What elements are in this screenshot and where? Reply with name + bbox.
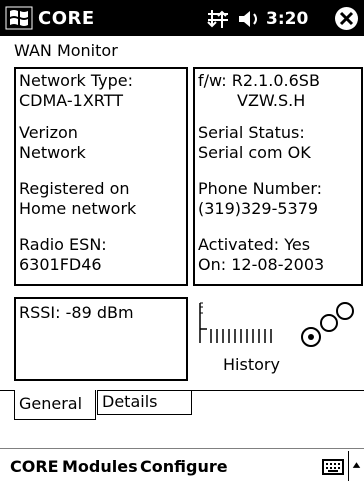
menu-modules[interactable]: Modules [62, 457, 138, 476]
firmware-line1: f/w: R2.1.0.6SB [198, 71, 320, 90]
app-title: CORE [38, 8, 95, 29]
screen-title: WAN Monitor [14, 41, 118, 60]
esn-value: 6301FD46 [19, 255, 102, 274]
menu-bar: CORE Modules Configure [0, 448, 364, 482]
rssi-panel: RSSI: -89 dBm [14, 297, 188, 381]
registration-line1: Registered on [19, 179, 130, 198]
firmware-line2: VZW.S.H [237, 91, 306, 110]
title-bar: CORE 3:20 [0, 0, 364, 36]
tab-divider [0, 390, 14, 391]
history-label: History [223, 355, 280, 374]
menu-core[interactable]: CORE [10, 457, 59, 476]
phone-number-label: Phone Number: [198, 179, 323, 198]
serial-status-label: Serial Status: [198, 123, 305, 142]
serial-status-value: Serial com OK [198, 143, 311, 162]
signal-history-graph [199, 302, 272, 343]
menu-configure[interactable]: Configure [140, 457, 228, 476]
carrier-line1: Verizon [19, 123, 78, 142]
carrier-line2: Network [19, 143, 86, 162]
speaker-icon[interactable] [236, 8, 262, 30]
rssi-value: RSSI: -89 dBm [19, 303, 134, 322]
tab-details[interactable]: Details [97, 390, 192, 415]
network-type-label: Network Type: [19, 71, 134, 90]
esn-label: Radio ESN: [19, 235, 107, 254]
keyboard-icon[interactable] [322, 458, 344, 476]
up-arrow-icon[interactable] [348, 451, 364, 481]
tab-general[interactable]: General [14, 390, 96, 420]
close-x-icon[interactable] [334, 6, 359, 31]
phone-number-value: (319)329-5379 [198, 199, 319, 218]
activated-status: Activated: Yes [198, 235, 311, 254]
activated-date: On: 12-08-2003 [198, 255, 325, 274]
history-chain-icon[interactable] [297, 301, 359, 351]
device-info-panel: f/w: R2.1.0.6SB VZW.S.H Serial Status: S… [193, 67, 363, 286]
windows-flag-icon[interactable] [4, 3, 34, 33]
tab-divider [192, 390, 364, 391]
connectivity-arrows-icon[interactable] [206, 8, 230, 30]
clock-time[interactable]: 3:20 [266, 9, 308, 29]
registration-line2: Home network [19, 199, 137, 218]
network-type-value: CDMA-1XRTT [19, 91, 124, 110]
network-info-panel: Network Type: CDMA-1XRTT Verizon Network… [14, 67, 188, 286]
history-panel[interactable]: History [193, 297, 363, 381]
